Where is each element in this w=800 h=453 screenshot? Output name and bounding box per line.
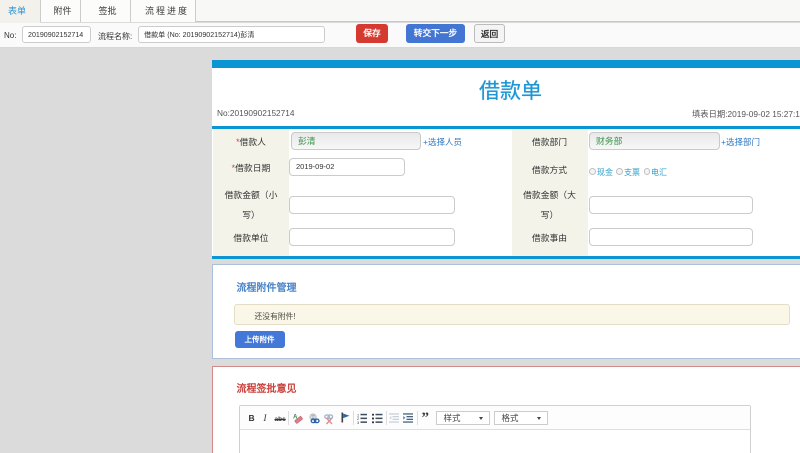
svg-text:3: 3 [357, 421, 359, 424]
